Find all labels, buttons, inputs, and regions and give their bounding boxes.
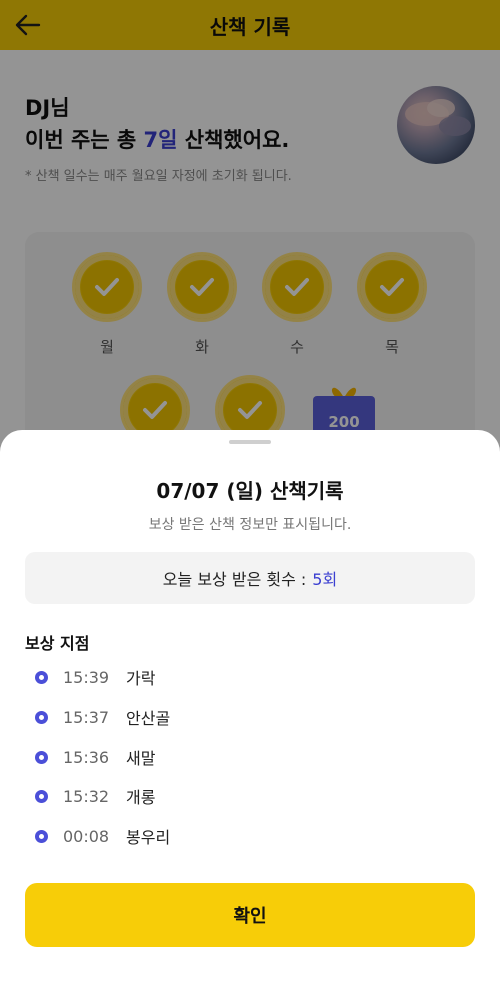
point-place: 가락 [126,669,156,688]
bullet-icon [35,829,48,843]
reward-count-value: 5회 [312,570,338,589]
bullet-icon [35,789,48,803]
confirm-button[interactable]: 확인 [25,883,475,947]
sheet-title: 07/07 (일) 산책기록 [156,479,344,503]
bullet-icon [35,710,48,724]
list-item: 15:32 개롱 [35,784,155,808]
sheet-handle[interactable] [229,440,271,444]
point-time: 15:32 [63,786,110,806]
point-time: 15:39 [63,667,110,687]
list-item: 15:36 새말 [35,745,155,769]
reward-count-box: 오늘 보상 받은 횟수 : 5회 [25,552,475,604]
point-time: 15:36 [63,747,110,767]
reward-count-label: 오늘 보상 받은 횟수 : [162,570,307,589]
reward-points-heading: 보상 지점 [25,634,90,653]
point-place: 안산골 [126,709,171,728]
point-time: 15:37 [63,707,110,727]
walk-record-sheet: 07/07 (일) 산책기록 보상 받은 산책 정보만 표시됩니다. 오늘 보상… [0,430,500,982]
point-time: 00:08 [63,826,110,846]
list-item: 15:37 안산골 [35,705,170,729]
point-place: 봉우리 [126,828,171,847]
list-item: 15:39 가락 [35,665,155,689]
bullet-icon [35,670,48,684]
list-item: 00:08 봉우리 [35,824,170,848]
point-place: 개롱 [126,788,156,807]
bullet-icon [35,750,48,764]
sheet-subtitle: 보상 받은 산책 정보만 표시됩니다. [148,517,352,533]
point-place: 새말 [126,749,156,768]
